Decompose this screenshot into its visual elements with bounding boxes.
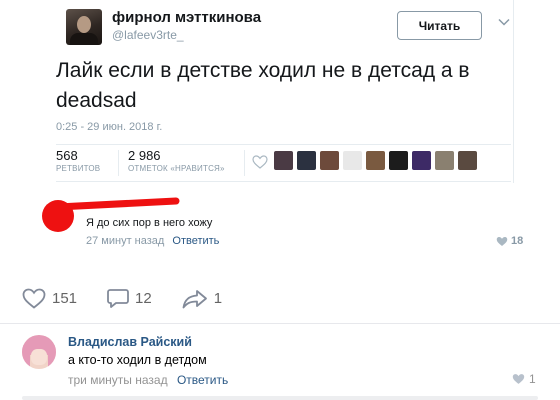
post-actions: 151 12 1	[22, 288, 252, 309]
comment-like-button[interactable]: 1	[512, 372, 536, 386]
liker-avatar[interactable]	[412, 151, 431, 170]
tweet-author-avatar[interactable]	[66, 9, 102, 45]
commenter-name[interactable]: Владислав Райский	[68, 335, 192, 349]
like-button[interactable]: 151	[22, 288, 77, 309]
post-divider	[0, 323, 560, 324]
comment-button[interactable]: 12	[107, 288, 152, 309]
retweets-label: РЕТВИТОВ	[56, 164, 101, 173]
stat-separator	[118, 150, 119, 176]
tweet-author-name[interactable]: фирнол мэтткинова	[112, 9, 261, 26]
comment-text: а кто-то ходил в детдом	[68, 353, 207, 367]
liker-avatar[interactable]	[274, 151, 293, 170]
tweet-reply-like-count: 18	[511, 235, 524, 247]
chevron-down-icon[interactable]	[498, 16, 510, 28]
embedded-tweet: фирнол мэтткинова @lafeev3rte_ Читать Ла…	[46, 0, 514, 183]
liker-avatar[interactable]	[458, 151, 477, 170]
tweet-bottom-divider	[56, 181, 511, 182]
comment-count: 12	[135, 290, 152, 307]
like-count: 151	[52, 290, 78, 307]
reply-box-edge	[22, 396, 538, 400]
share-count: 1	[213, 290, 223, 307]
comment-time[interactable]: три минуты назад	[68, 373, 168, 387]
tweet-date[interactable]: 0:25 - 29 июн. 2018 г.	[56, 121, 162, 133]
tweet-author-handle[interactable]: @lafeev3rte_	[112, 28, 184, 42]
tweet-reply-time[interactable]: 27 минут назад	[86, 235, 164, 247]
liker-avatars	[274, 151, 477, 170]
comment-icon	[107, 289, 129, 308]
liker-avatar[interactable]	[435, 151, 454, 170]
likes-stat[interactable]: 2 986 ОТМЕТОК «НРАВИТСЯ»	[128, 148, 225, 173]
share-icon	[182, 289, 207, 308]
tweet-reply-like[interactable]: 18	[496, 235, 523, 247]
heart-icon	[512, 374, 525, 384]
liker-avatar[interactable]	[366, 151, 385, 170]
heart-outline-icon	[252, 155, 268, 169]
stat-separator	[244, 150, 245, 176]
comment-reply-button[interactable]: Ответить	[177, 373, 228, 387]
comment-meta: три минуты назад Ответить	[68, 373, 228, 387]
tweet-reply-button[interactable]: Ответить	[172, 235, 219, 247]
likes-label: ОТМЕТОК «НРАВИТСЯ»	[128, 164, 225, 173]
red-scribble	[42, 197, 180, 232]
comment-like-count: 1	[529, 372, 536, 386]
heart-outline-icon	[22, 288, 46, 309]
likes-count: 2 986	[128, 148, 161, 163]
liker-avatar[interactable]	[320, 151, 339, 170]
retweets-count: 568	[56, 148, 78, 163]
follow-button[interactable]: Читать	[397, 11, 482, 40]
share-button[interactable]: 1	[182, 289, 222, 309]
retweets-stat[interactable]: 568 РЕТВИТОВ	[56, 148, 100, 173]
tweet-reply-text: Я до сих пор в него хожу	[86, 217, 213, 229]
commenter-avatar[interactable]	[22, 335, 56, 369]
liker-avatar[interactable]	[297, 151, 316, 170]
liker-avatar[interactable]	[343, 151, 362, 170]
tweet-text: Лайк если в детстве ходил не в детсад а …	[56, 59, 470, 112]
tweet-reply-meta: 27 минут назад Ответить	[86, 235, 219, 247]
liker-avatar[interactable]	[389, 151, 408, 170]
heart-icon	[496, 236, 508, 246]
tweet-divider	[56, 144, 511, 145]
